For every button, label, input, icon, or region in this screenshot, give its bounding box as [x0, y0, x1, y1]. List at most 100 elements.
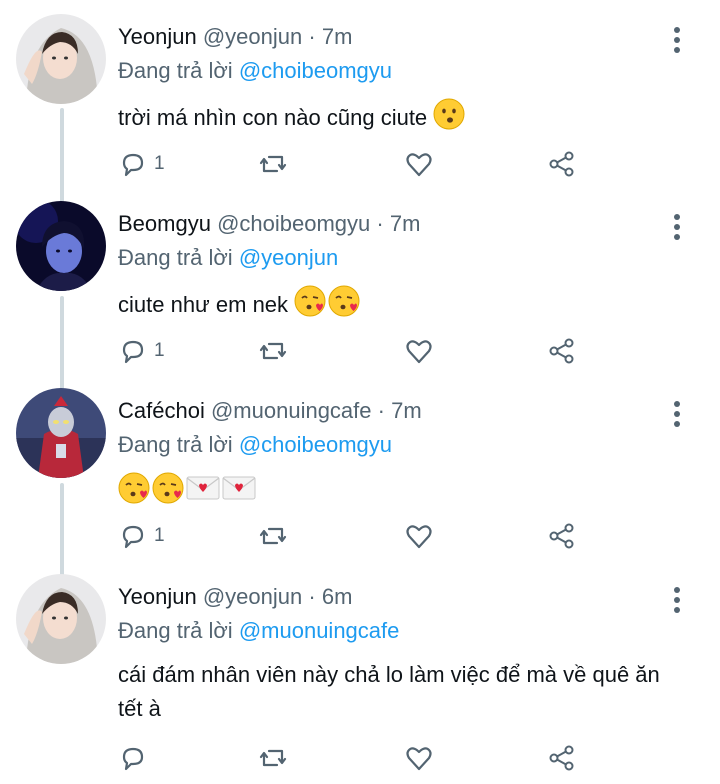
avatar-image — [16, 388, 106, 478]
tweet-header: Yeonjun @yeonjun · 6m — [118, 582, 352, 612]
display-name[interactable]: Beomgyu — [118, 211, 211, 236]
tweet-body: cái đám nhân viên này chả lo làm việc để… — [118, 662, 660, 721]
reply-count: 1 — [154, 340, 165, 361]
more-options-icon[interactable] — [672, 26, 682, 54]
share-icon — [549, 523, 574, 549]
heart-icon — [406, 747, 432, 771]
tweet[interactable]: Beomgyu @choibeomgyu · 7m Đang trả lời @… — [0, 201, 720, 377]
like-button[interactable] — [404, 144, 434, 184]
kissing-face-emoji — [433, 98, 465, 140]
user-handle[interactable]: @muonuingcafe — [211, 398, 372, 423]
separator-dot: · — [376, 211, 384, 236]
more-options-icon[interactable] — [672, 213, 682, 241]
tweet-header: Caféchoi @muonuingcafe · 7m — [118, 396, 422, 426]
share-button[interactable] — [546, 144, 576, 184]
retweet-button[interactable] — [258, 738, 288, 778]
tweet[interactable]: Yeonjun @yeonjun · 7m Đang trả lời @choi… — [0, 14, 720, 190]
share-icon — [549, 745, 574, 771]
reply-button[interactable] — [118, 738, 148, 778]
timestamp[interactable]: 7m — [390, 211, 421, 236]
retweet-icon — [259, 155, 287, 173]
like-button[interactable] — [404, 331, 434, 371]
share-icon — [549, 151, 574, 177]
timestamp[interactable]: 6m — [322, 584, 353, 609]
reply-icon — [122, 747, 144, 771]
reply-icon — [122, 525, 144, 549]
retweet-button[interactable] — [258, 144, 288, 184]
user-handle[interactable]: @yeonjun — [203, 584, 302, 609]
like-button[interactable] — [404, 738, 434, 778]
love-letter-emoji — [222, 474, 256, 512]
replying-to-label: Đang trả lời — [118, 245, 233, 270]
reply-icon — [122, 153, 144, 177]
tweet-header: Beomgyu @choibeomgyu · 7m — [118, 209, 420, 239]
reply-button[interactable]: 1 — [118, 331, 165, 371]
separator-dot: · — [377, 398, 385, 423]
display-name[interactable]: Yeonjun — [118, 24, 197, 49]
heart-icon — [406, 525, 432, 549]
more-options-icon[interactable] — [672, 586, 682, 614]
reply-button[interactable]: 1 — [118, 516, 165, 556]
action-bar: 1 — [118, 331, 588, 371]
replying-to: Đang trả lời @yeonjun — [118, 243, 338, 273]
avatar[interactable] — [16, 14, 106, 104]
action-bar: 1 — [118, 516, 588, 556]
replying-to-label: Đang trả lời — [118, 432, 233, 457]
replying-to: Đang trả lời @choibeomgyu — [118, 430, 392, 460]
tweet[interactable]: Caféchoi @muonuingcafe · 7m Đang trả lời… — [0, 388, 720, 564]
tweet[interactable]: Yeonjun @yeonjun · 6m Đang trả lời @muon… — [0, 574, 720, 784]
avatar-image — [16, 201, 106, 291]
replying-to-label: Đang trả lời — [118, 58, 233, 83]
love-letter-emoji — [186, 474, 220, 512]
heart-icon — [406, 153, 432, 177]
tweet-text — [118, 472, 678, 514]
share-button[interactable] — [546, 738, 576, 778]
separator-dot: · — [308, 584, 316, 609]
retweet-button[interactable] — [258, 331, 288, 371]
retweet-icon — [259, 342, 287, 360]
reply-count: 1 — [154, 153, 165, 174]
more-options-icon[interactable] — [672, 400, 682, 428]
kissing-heart-face-emoji — [152, 472, 184, 514]
user-handle[interactable]: @choibeomgyu — [217, 211, 370, 236]
tweet-text: ciute như em nek — [118, 285, 678, 327]
replying-to-mention[interactable]: @yeonjun — [239, 245, 338, 270]
avatar-image — [16, 14, 106, 104]
action-bar: 1 — [118, 144, 588, 184]
heart-icon — [406, 340, 432, 364]
display-name[interactable]: Caféchoi — [118, 398, 205, 423]
action-bar — [118, 738, 588, 778]
replying-to: Đang trả lời @muonuingcafe — [118, 616, 399, 646]
kissing-heart-face-emoji — [118, 472, 150, 514]
reply-button[interactable]: 1 — [118, 144, 165, 184]
share-button[interactable] — [546, 516, 576, 556]
kissing-heart-face-emoji — [328, 285, 360, 327]
tweet-text: cái đám nhân viên này chả lo làm việc để… — [118, 658, 663, 726]
separator-dot: · — [308, 24, 316, 49]
tweet-body: ciute như em nek — [118, 291, 289, 317]
replying-to-mention[interactable]: @muonuingcafe — [239, 618, 400, 643]
avatar-image — [16, 574, 106, 664]
like-button[interactable] — [404, 516, 434, 556]
retweet-icon — [259, 749, 287, 767]
reply-icon — [122, 340, 144, 364]
replying-to-label: Đang trả lời — [118, 618, 233, 643]
display-name[interactable]: Yeonjun — [118, 584, 197, 609]
replying-to: Đang trả lời @choibeomgyu — [118, 56, 392, 86]
user-handle[interactable]: @yeonjun — [203, 24, 302, 49]
timestamp[interactable]: 7m — [391, 398, 422, 423]
avatar[interactable] — [16, 574, 106, 664]
tweet-header: Yeonjun @yeonjun · 7m — [118, 22, 352, 52]
share-icon — [549, 338, 574, 364]
replying-to-mention[interactable]: @choibeomgyu — [239, 432, 392, 457]
replying-to-mention[interactable]: @choibeomgyu — [239, 58, 392, 83]
avatar[interactable] — [16, 388, 106, 478]
retweet-button[interactable] — [258, 516, 288, 556]
tweet-body: trời má nhìn con nào cũng ciute — [118, 104, 428, 130]
retweet-icon — [259, 527, 287, 545]
share-button[interactable] — [546, 331, 576, 371]
avatar[interactable] — [16, 201, 106, 291]
tweet-text: trời má nhìn con nào cũng ciute — [118, 98, 678, 140]
timestamp[interactable]: 7m — [322, 24, 353, 49]
reply-count: 1 — [154, 525, 165, 546]
